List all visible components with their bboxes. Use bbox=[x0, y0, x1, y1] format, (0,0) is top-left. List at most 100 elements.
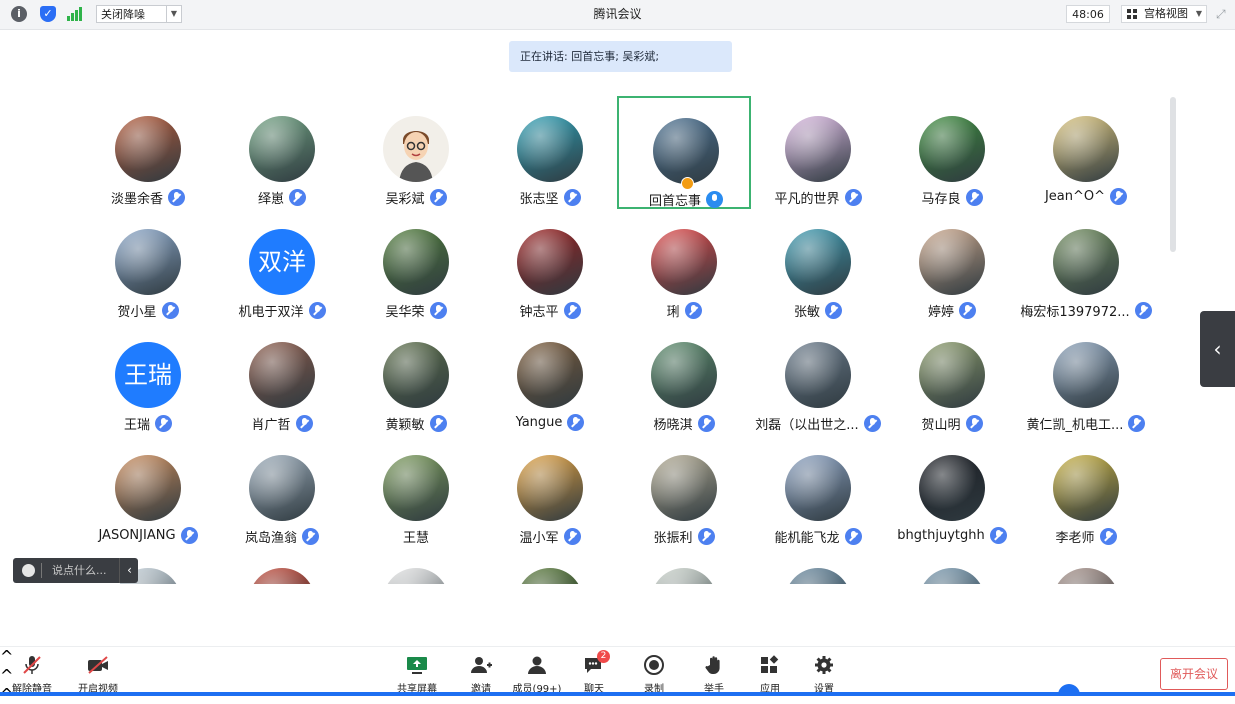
avatar: 王瑞 bbox=[115, 342, 181, 408]
participant-tile[interactable] bbox=[483, 548, 617, 584]
invite-button[interactable]: 邀请 bbox=[461, 647, 501, 695]
avatar bbox=[1053, 342, 1119, 408]
chat-unread-badge: 2 bbox=[597, 650, 610, 663]
avatar bbox=[249, 568, 315, 584]
avatar bbox=[249, 342, 315, 408]
raise-hand-button[interactable]: 举手 bbox=[694, 647, 734, 695]
avatar bbox=[383, 116, 449, 182]
members-icon bbox=[526, 655, 548, 675]
participant-name: 机电于双洋 bbox=[238, 305, 304, 320]
avatar bbox=[651, 229, 717, 295]
grid-scrollbar[interactable] bbox=[1170, 97, 1176, 252]
participant-name: 杨晓淇 bbox=[653, 418, 693, 433]
avatar bbox=[383, 568, 449, 584]
emoji-icon[interactable] bbox=[22, 564, 35, 577]
chevron-down-icon: ▼ bbox=[1195, 9, 1202, 18]
fullscreen-icon[interactable]: ⤢ bbox=[1216, 7, 1230, 21]
mic-muted-icon bbox=[302, 528, 319, 545]
unmute-button[interactable]: 解除静音 bbox=[12, 647, 52, 695]
participant-grid: 淡墨余香 绎崽 吴彩斌 张志坚 回首忘事 平凡的世界 马存良 Jean^O^ 贺小星 双洋 机电于双… bbox=[0, 82, 1175, 584]
quick-chat-input[interactable]: 说点什么... ‹ bbox=[13, 558, 138, 583]
chevron-up-icon[interactable]: ^ bbox=[0, 647, 1235, 666]
settings-button[interactable]: 设置 bbox=[804, 647, 844, 695]
taskbar-edge bbox=[0, 692, 1235, 696]
avatar bbox=[115, 229, 181, 295]
participant-name: 梅宏标1397972... bbox=[1020, 305, 1130, 320]
gear-icon bbox=[813, 655, 835, 675]
members-button[interactable]: 成员(99+) bbox=[513, 647, 561, 695]
record-button[interactable]: 录制 bbox=[634, 647, 674, 695]
record-icon bbox=[643, 655, 665, 675]
side-panel-toggle[interactable]: ‹ bbox=[1200, 311, 1235, 387]
camera-off-icon bbox=[87, 655, 109, 675]
avatar: 双洋 bbox=[249, 229, 315, 295]
avatar bbox=[517, 116, 583, 182]
chat-icon: 2 bbox=[583, 650, 610, 675]
add-user-icon bbox=[470, 655, 492, 675]
avatar bbox=[651, 568, 717, 584]
participant-tile[interactable] bbox=[751, 548, 885, 584]
avatar bbox=[115, 455, 181, 521]
divider bbox=[41, 563, 42, 578]
avatar bbox=[517, 455, 583, 521]
avatar bbox=[383, 229, 449, 295]
chevron-left-icon: ‹ bbox=[1213, 337, 1222, 361]
participant-tile[interactable] bbox=[1019, 548, 1153, 584]
chat-button[interactable]: 2 聊天 bbox=[574, 647, 614, 695]
start-video-button[interactable]: 开启视频 bbox=[78, 647, 118, 695]
participant-name: 绎崽 bbox=[257, 192, 284, 207]
avatar bbox=[517, 229, 583, 295]
participant-tile[interactable] bbox=[885, 548, 1019, 584]
mic-muted-icon bbox=[567, 414, 585, 431]
participant-name: 张振利 bbox=[653, 531, 693, 546]
mic-muted-icon bbox=[429, 302, 447, 319]
mic-muted-icon bbox=[697, 528, 715, 545]
leave-meeting-button[interactable]: 离开会议 bbox=[1160, 658, 1228, 690]
avatar bbox=[785, 455, 851, 521]
mic-muted-icon bbox=[295, 415, 313, 432]
participant-tile[interactable]: 梅宏标1397972... bbox=[1019, 209, 1153, 322]
avatar bbox=[919, 455, 985, 521]
mic-muted-icon bbox=[429, 189, 447, 206]
participant-name: 马存良 bbox=[921, 192, 961, 207]
participant-name: bhgthjuytghh bbox=[897, 528, 985, 543]
avatar bbox=[383, 455, 449, 521]
participant-name-row: 黄仁凯_机电工... bbox=[989, 414, 1175, 433]
avatar bbox=[1053, 116, 1119, 182]
mic-muted-icon bbox=[1110, 188, 1128, 205]
chevron-left-icon[interactable]: ‹ bbox=[119, 558, 139, 583]
share-screen-button[interactable]: 共享屏幕 bbox=[397, 647, 437, 695]
avatar bbox=[785, 342, 851, 408]
avatar bbox=[919, 568, 985, 584]
participant-tile[interactable] bbox=[349, 548, 483, 584]
title-bar: i ✓ 关闭降噪 ▼ 腾讯会议 48:06 宫格视图 ▼ ⤢ bbox=[0, 0, 1235, 30]
avatar bbox=[1053, 568, 1119, 584]
participant-tile[interactable]: 李老师 bbox=[1019, 435, 1153, 548]
view-mode-dropdown[interactable]: 宫格视图 ▼ bbox=[1121, 5, 1207, 23]
participant-tile[interactable]: 黄仁凯_机电工... bbox=[1019, 322, 1153, 435]
view-mode-label: 宫格视图 bbox=[1144, 7, 1188, 20]
participant-tile[interactable] bbox=[215, 548, 349, 584]
participant-tile[interactable] bbox=[617, 548, 751, 584]
bottom-toolbar: 解除静音 ^ 开启视频 ^ 共享屏幕 ^ 邀请 成员(99+) 2 聊天 bbox=[0, 646, 1235, 704]
mic-muted-icon bbox=[289, 189, 306, 206]
participant-tile[interactable]: Jean^O^ bbox=[1019, 96, 1153, 209]
mic-muted-icon bbox=[825, 302, 842, 319]
participant-name-row: 梅宏标1397972... bbox=[989, 301, 1175, 320]
participant-name-row: Jean^O^ bbox=[989, 188, 1175, 205]
avatar bbox=[651, 342, 717, 408]
avatar bbox=[651, 455, 717, 521]
mic-muted-icon bbox=[563, 302, 581, 319]
participant-name: 吴华荣 bbox=[385, 305, 425, 320]
participant-name: 张敏 bbox=[793, 305, 820, 320]
share-screen-icon bbox=[406, 655, 428, 675]
window-title: 腾讯会议 bbox=[593, 7, 642, 21]
mic-muted-icon bbox=[161, 302, 179, 319]
mic-muted-icon bbox=[563, 189, 581, 206]
avatar bbox=[115, 116, 181, 182]
avatar bbox=[919, 342, 985, 408]
host-badge-icon bbox=[681, 177, 694, 190]
avatar bbox=[249, 455, 315, 521]
participant-name: 温小军 bbox=[519, 531, 559, 546]
mic-muted-icon bbox=[965, 415, 983, 432]
